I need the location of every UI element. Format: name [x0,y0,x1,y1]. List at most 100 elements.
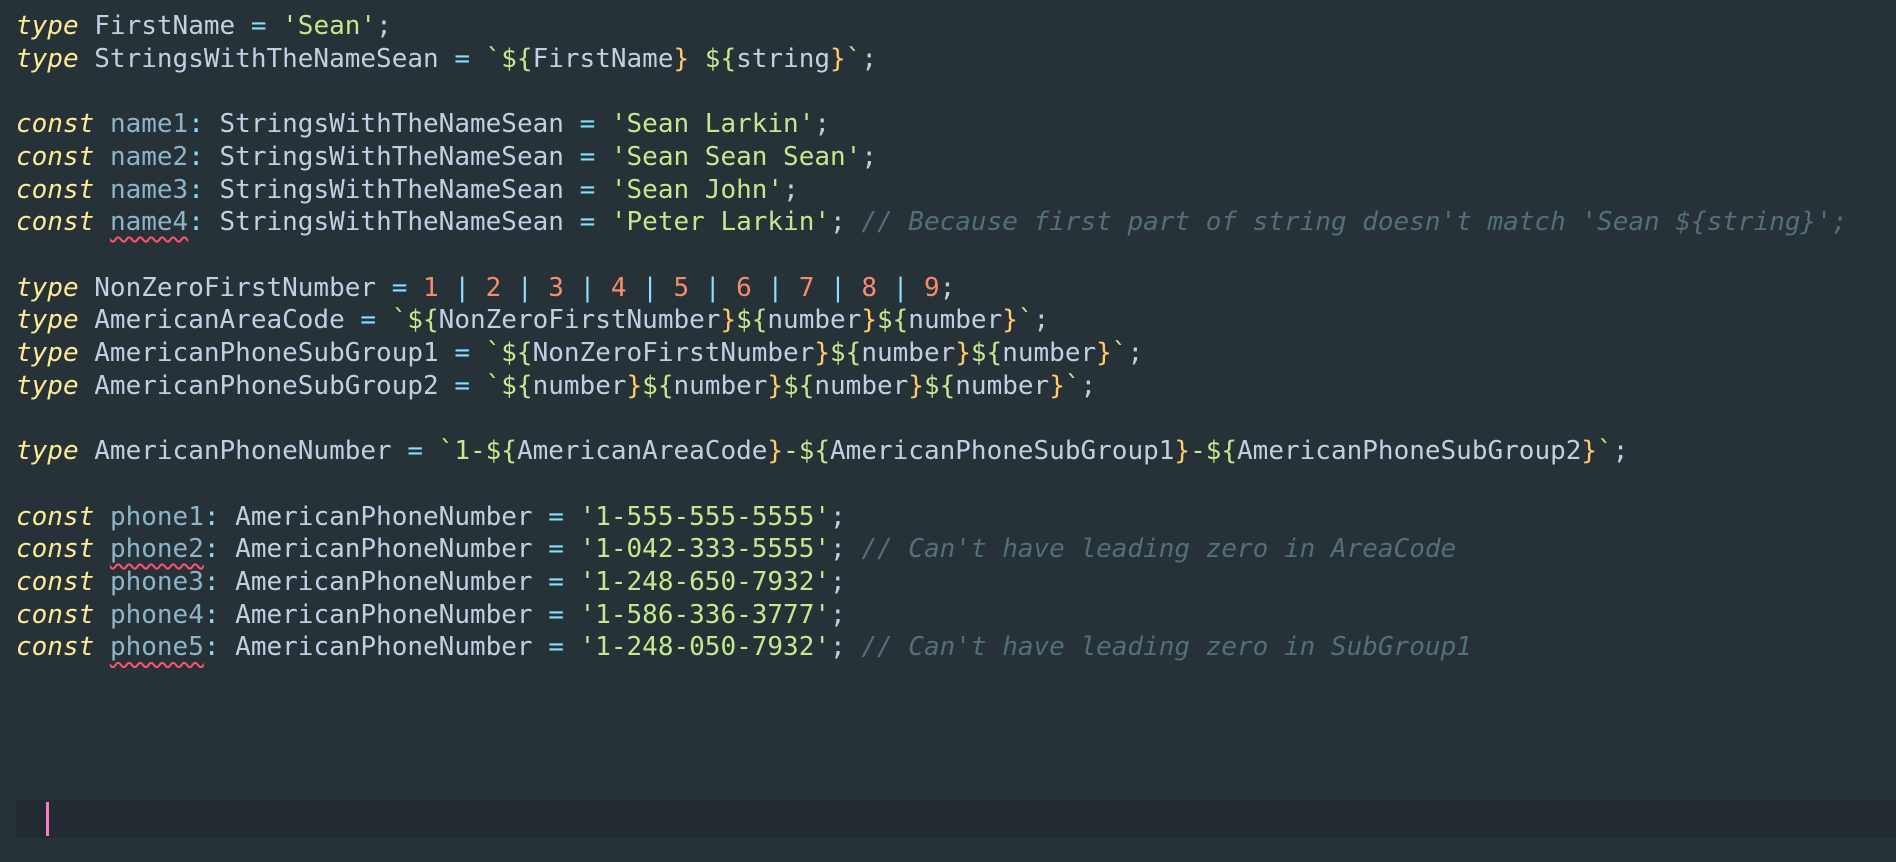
code-token: const [16,566,95,597]
code-token: | [438,272,486,303]
code-token: 4 [610,272,627,303]
text-cursor [46,802,49,836]
code-token: AmericanPhoneSubGroup2 [1237,436,1582,467]
code-token: NonZeroFirstNumber [438,305,721,336]
code-token: } [767,370,784,401]
code-token: phone4 [109,599,204,630]
code-token: const [16,599,95,630]
code-token: ${ [783,370,815,401]
code-token: 'Sean' [282,11,377,41]
code-token: ` [845,43,862,74]
code-token: StringsWithTheNameSean [219,174,564,205]
code-token: -${ [783,436,831,467]
code-editor[interactable]: type FirstName = 'Sean'; type StringsWith… [0,0,1896,862]
code-token: | [626,272,674,303]
code-token: ; [1080,370,1097,401]
code-token: ` [1111,338,1128,368]
code-line[interactable]: type AmericanPhoneSubGroup2 = `${number}… [16,366,1096,406]
code-token: ; [830,632,846,663]
code-line[interactable]: const name4: StringsWithTheNameSean = 'P… [16,202,1848,242]
code-token: '1-248-050-7932' [579,632,831,663]
code-token: number [955,370,1050,401]
code-token: 5 [673,272,690,303]
code-token: | [501,272,549,303]
code-token: } [1174,436,1191,467]
code-token: ${ [970,338,1003,368]
code-token: ${ [876,305,909,336]
code-token: = [250,11,267,41]
code-token: ; [830,207,846,238]
code-token: -${ [1190,436,1238,467]
code-token: ` [1017,305,1034,336]
code-token: AmericanPhoneSubGroup1 [94,338,439,368]
code-token: 'Sean Larkin' [610,109,815,140]
code-token: | [689,272,737,303]
code-token: name3 [109,174,189,205]
code-token: ${ [689,43,737,74]
code-token: AmericanPhoneNumber [94,436,392,467]
code-token: number [814,370,909,401]
code-token: = [548,632,564,663]
code-token: } [1096,338,1112,368]
code-token: ; [783,174,799,205]
code-line[interactable]: const phone5: AmericanPhoneNumber = '1-2… [16,627,1472,667]
code-token: const [16,632,95,663]
code-token: = [454,338,470,368]
code-line[interactable]: type StringsWithTheNameSean = `${FirstNa… [16,39,877,79]
code-token: = [579,109,596,140]
code-token: | [814,272,862,303]
code-token: = [548,501,564,532]
code-token: number [861,338,956,368]
code-token: | [751,272,799,303]
code-token: 9 [924,272,940,303]
code-token: } [830,43,846,74]
code-token: | [563,272,611,303]
code-token: = [579,207,596,238]
code-token: : [188,109,220,140]
code-token: ${ [830,338,862,368]
code-token: const [16,109,95,140]
code-line[interactable]: type AmericanPhoneNumber = `1-${American… [16,431,1628,471]
code-token: : [203,632,236,663]
code-token: FirstName [94,11,236,41]
code-token: type [16,436,79,467]
code-token: StringsWithTheNameSean [94,43,439,74]
code-token: } [955,338,971,368]
code-token: AmericanPhoneNumber [235,632,533,663]
code-token: const [16,501,95,532]
code-token: type [16,305,79,336]
code-token: } [814,338,831,368]
code-token: AmericanPhoneNumber [235,566,533,597]
code-token: } [1049,370,1065,401]
code-token: = [548,599,564,630]
code-token: = [454,43,470,74]
code-token: } [1002,305,1018,336]
code-token: } [1581,436,1598,467]
code-token: 'Peter Larkin' [610,207,831,238]
code-token: 2 [485,272,502,303]
code-token: '1-555-555-5555' [579,501,831,532]
code-token: ; [830,566,846,597]
code-token: ; [814,109,831,140]
code-token: 7 [798,272,815,303]
code-token: : [188,141,220,172]
code-token: 8 [861,272,878,303]
